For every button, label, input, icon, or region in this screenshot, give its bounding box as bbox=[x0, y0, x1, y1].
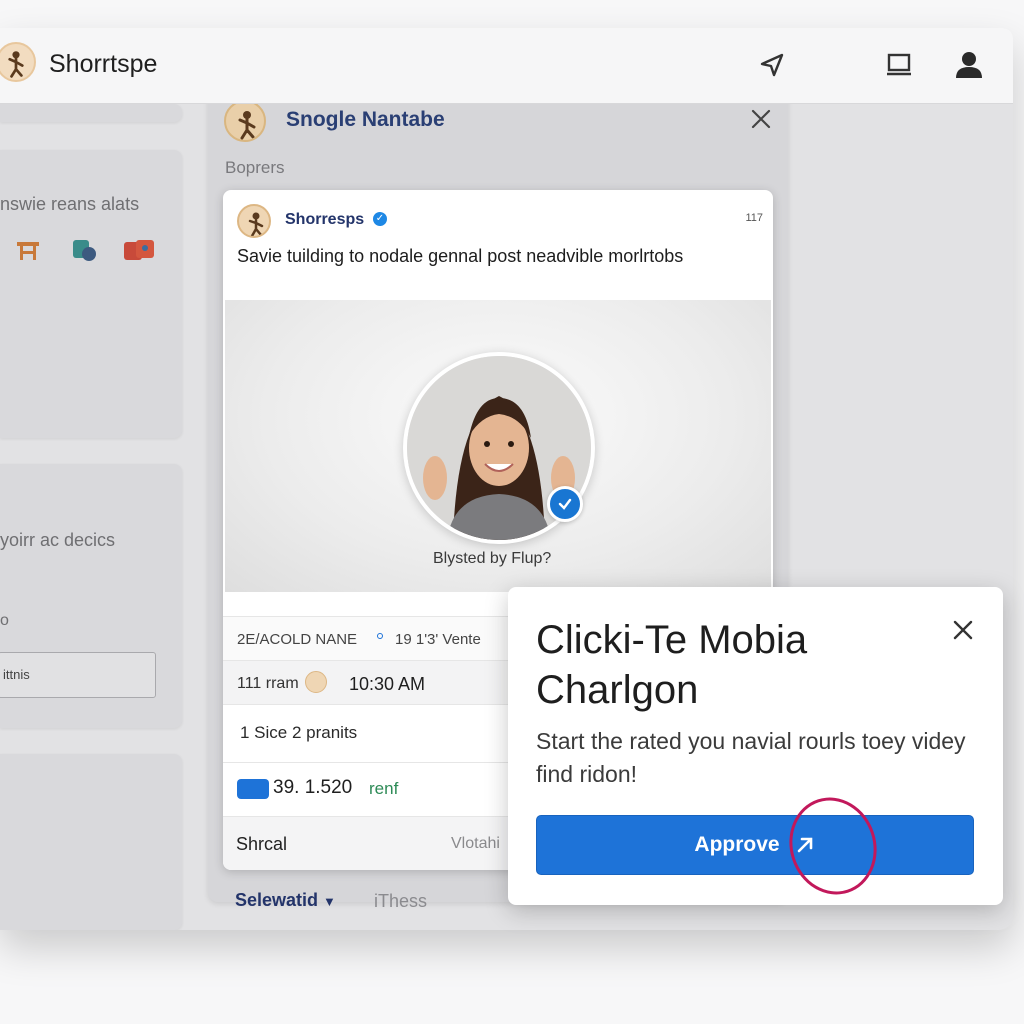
portrait-badge-icon[interactable] bbox=[547, 486, 583, 522]
post-stat-1: 1 Sice 2 pranits bbox=[240, 723, 358, 742]
left-card-reactions: nswie reans alats bbox=[0, 150, 182, 438]
arrow-up-right-icon bbox=[797, 837, 812, 853]
post-stat-2-value: 39. 1.520 bbox=[273, 777, 353, 798]
panel-close-icon[interactable] bbox=[748, 106, 774, 132]
left-card-settings: yoirr ac decics o ittnis bbox=[0, 464, 182, 728]
left-card-settings-label: yoirr ac decics bbox=[0, 530, 116, 550]
account-icon[interactable] bbox=[952, 48, 986, 82]
post-footer-left[interactable]: Shrcal bbox=[236, 834, 287, 855]
popup-body: Start the rated you navial rourls toey v… bbox=[536, 728, 966, 787]
media-caption: Blysted by Flup? bbox=[433, 550, 552, 567]
left-card-settings-value: o bbox=[0, 612, 9, 629]
post-time: 10:30 AM bbox=[349, 674, 426, 694]
post-author-avatar[interactable] bbox=[237, 204, 271, 238]
send-icon[interactable] bbox=[755, 48, 789, 82]
left-card-bottom bbox=[0, 754, 182, 930]
verified-badge-icon: ✓ bbox=[373, 212, 387, 226]
left-card-input-value: ittnis bbox=[3, 667, 30, 682]
popup-close-icon[interactable] bbox=[948, 615, 978, 645]
gallery-icon[interactable] bbox=[122, 236, 156, 269]
tab-label[interactable]: iThess bbox=[374, 891, 427, 912]
post-footer-right[interactable]: Vlotahi bbox=[451, 835, 500, 853]
post-media[interactable]: Blysted by Flup? bbox=[225, 300, 771, 592]
gate-icon[interactable] bbox=[14, 236, 42, 269]
left-card-top bbox=[0, 104, 182, 122]
promo-popup: Clicki-Te Mobia Charlgon Start the rated… bbox=[508, 587, 1003, 905]
panel-avatar bbox=[224, 100, 266, 142]
post-author-name[interactable]: Shorresps bbox=[285, 211, 364, 229]
select-label: Selewatid bbox=[235, 890, 319, 910]
top-bar: Shorrtspe bbox=[0, 28, 1013, 104]
post-count: 117 bbox=[745, 212, 763, 224]
left-card-input[interactable]: ittnis bbox=[0, 652, 156, 698]
brand-logo[interactable] bbox=[0, 42, 36, 82]
meta-dot-icon bbox=[377, 633, 383, 639]
display-icon[interactable] bbox=[882, 48, 916, 82]
chevron-down-icon: ▼ bbox=[323, 894, 336, 909]
post-meta-left: 2E/ACOLD NANE bbox=[237, 631, 358, 648]
small-avatar-icon bbox=[305, 671, 327, 693]
popup-title: Clicki-Te Mobia Charlgon bbox=[536, 618, 808, 712]
select-dropdown[interactable]: Selewatid ▼ bbox=[235, 890, 336, 911]
panel-subtitle: Boprers bbox=[225, 158, 285, 177]
brand-name: Shorrtspe bbox=[49, 50, 158, 78]
post-meta-right: 19 1'3' Vente bbox=[395, 631, 481, 648]
panel-title: Snogle Nantabe bbox=[286, 108, 445, 131]
chat-icon[interactable] bbox=[70, 236, 98, 269]
left-card-label: nswie reans alats bbox=[0, 194, 140, 214]
post-text: Savie tuilding to nodale gennal post nea… bbox=[237, 246, 684, 266]
approve-label: Approve bbox=[694, 833, 780, 856]
stat-badge-icon bbox=[237, 779, 269, 799]
approve-button[interactable]: Approve bbox=[536, 815, 974, 875]
post-stat-2-unit: renf bbox=[369, 779, 399, 798]
post-time-label: 111 rram bbox=[237, 675, 299, 692]
